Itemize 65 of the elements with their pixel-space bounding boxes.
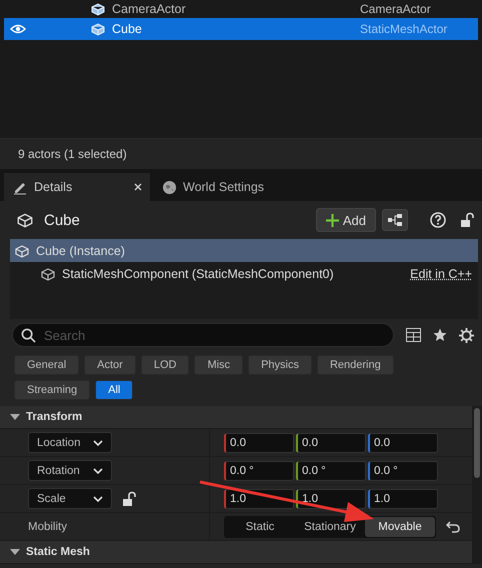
number-field[interactable]: 0.0 bbox=[224, 432, 294, 452]
search-icon bbox=[21, 328, 36, 342]
chevron-icon bbox=[93, 496, 103, 502]
number-field[interactable]: 1.0 bbox=[296, 488, 366, 508]
cube-icon bbox=[90, 1, 106, 17]
actor-type: StaticMeshActor bbox=[360, 22, 448, 36]
unlocked-padlock-icon[interactable] bbox=[460, 212, 474, 228]
help-icon[interactable] bbox=[430, 212, 446, 228]
number-field[interactable]: 0.0 ° bbox=[224, 460, 294, 480]
component-row[interactable]: Cube (Instance) bbox=[10, 239, 478, 262]
add-button[interactable]: Add bbox=[316, 208, 376, 232]
actor-name: Cube bbox=[112, 22, 143, 36]
category-filter-button[interactable]: General bbox=[14, 355, 80, 375]
close-icon[interactable] bbox=[134, 183, 142, 191]
number-field[interactable]: 0.0 bbox=[368, 432, 438, 452]
outliner-row[interactable]: CameraActor CameraActor bbox=[4, 0, 478, 18]
outliner-row[interactable]: Cube StaticMeshActor bbox=[4, 18, 478, 40]
section-header[interactable]: Transform bbox=[0, 406, 472, 429]
chevron-icon bbox=[93, 440, 103, 446]
star-icon[interactable] bbox=[433, 328, 447, 342]
actor-name: CameraActor bbox=[112, 2, 187, 16]
number-field[interactable]: 0.0 ° bbox=[368, 460, 438, 480]
caret-icon bbox=[10, 549, 20, 555]
cube-icon bbox=[14, 242, 30, 258]
mobility-option[interactable]: Static bbox=[225, 516, 295, 536]
panel-tab[interactable]: World Settings bbox=[154, 173, 272, 201]
eye-icon[interactable] bbox=[10, 24, 26, 34]
table-view-icon[interactable] bbox=[406, 328, 421, 342]
section-header[interactable]: Static Mesh bbox=[0, 541, 472, 564]
cube-icon bbox=[40, 266, 56, 282]
category-filter-button[interactable]: Actor bbox=[84, 355, 136, 375]
number-field[interactable]: 1.0 bbox=[368, 488, 438, 508]
chevron-icon bbox=[93, 468, 103, 474]
mobility-option[interactable]: Stationary bbox=[295, 516, 365, 536]
search-input[interactable]: Search bbox=[42, 326, 385, 344]
category-filter-button[interactable]: All bbox=[95, 380, 134, 400]
hierarchy-button[interactable] bbox=[382, 209, 408, 231]
mobility-option[interactable]: Movable bbox=[365, 516, 435, 536]
number-field[interactable]: 0.0 ° bbox=[296, 460, 366, 480]
cube-icon bbox=[16, 211, 34, 229]
property-dropdown[interactable]: Rotation bbox=[28, 460, 112, 481]
unlocked-padlock-icon[interactable] bbox=[122, 490, 136, 506]
hierarchy-icon bbox=[387, 214, 403, 226]
actor-count: 9 actors (1 selected) bbox=[18, 147, 127, 161]
globe-icon bbox=[162, 180, 177, 194]
caret-icon bbox=[10, 414, 20, 420]
category-filter-button[interactable]: Physics bbox=[248, 355, 312, 375]
edit-code-link[interactable]: Edit in C++ bbox=[410, 266, 472, 280]
settings-icon[interactable] bbox=[459, 328, 474, 342]
component-name[interactable]: StaticMeshComponent (StaticMeshComponent0) bbox=[62, 266, 334, 280]
property-dropdown[interactable]: Scale bbox=[28, 488, 112, 509]
category-filter-button[interactable]: Rendering bbox=[316, 355, 394, 375]
actor-title: Cube bbox=[44, 212, 80, 228]
property-label: Mobility bbox=[28, 520, 67, 532]
cube-icon bbox=[90, 21, 106, 37]
panel-tab[interactable]: Details bbox=[4, 173, 150, 201]
category-filter-button[interactable]: LOD bbox=[140, 355, 190, 375]
category-filter-button[interactable]: Misc bbox=[194, 355, 244, 375]
search-field[interactable]: Search bbox=[12, 323, 394, 347]
plus-icon bbox=[326, 214, 339, 226]
actor-type: CameraActor bbox=[360, 2, 432, 16]
number-field[interactable]: 0.0 bbox=[296, 432, 366, 452]
reset-arrow-icon[interactable] bbox=[446, 520, 460, 532]
property-dropdown[interactable]: Location bbox=[28, 432, 112, 453]
category-filter-button[interactable]: Streaming bbox=[14, 380, 90, 400]
